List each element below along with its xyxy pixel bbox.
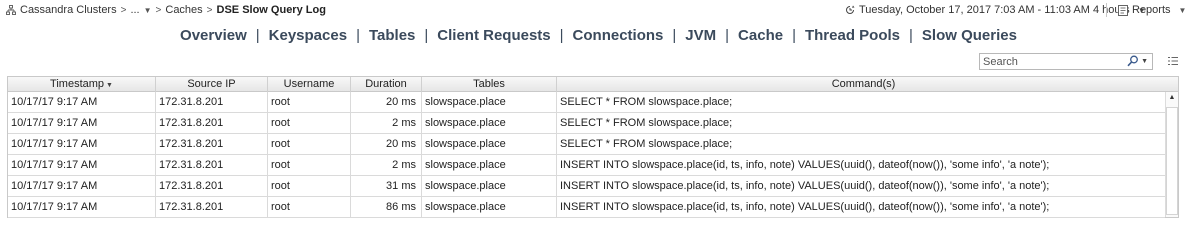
top-bar: Cassandra Clusters > ... ▼ > Caches > DS… — [0, 0, 1189, 22]
cell-source-ip: 172.31.8.201 — [156, 197, 268, 217]
nav-separator: | — [356, 27, 360, 44]
slow-query-table: Timestamp ▼ Source IP Username Duration T… — [7, 76, 1179, 218]
sort-desc-icon: ▼ — [106, 82, 113, 89]
column-header-label: Timestamp — [50, 78, 105, 90]
hierarchy-icon — [6, 5, 16, 15]
scroll-up-arrow-icon[interactable]: ▲ — [1166, 92, 1178, 104]
nav-separator: | — [672, 27, 677, 44]
table-row[interactable]: 10/17/17 9:17 AM 172.31.8.201 root 20 ms… — [8, 134, 1165, 155]
search-button[interactable]: ▼ — [1127, 55, 1148, 67]
column-header-commands[interactable]: Command(s) — [557, 77, 1170, 92]
table-row[interactable]: 10/17/17 9:17 AM 172.31.8.201 root 86 ms… — [8, 197, 1165, 218]
divider — [1106, 3, 1107, 17]
section-nav: Overview | Keyspaces | Tables | Client R… — [0, 27, 1189, 44]
nav-jvm[interactable]: JVM — [685, 27, 716, 44]
cell-timestamp: 10/17/17 9:17 AM — [8, 113, 156, 133]
cell-duration: 20 ms — [351, 134, 422, 154]
cell-command: INSERT INTO slowspace.place(id, ts, info… — [560, 180, 1050, 192]
cell-duration: 86 ms — [351, 197, 422, 217]
search-input[interactable] — [980, 54, 1120, 69]
chevron-right-icon: > — [155, 4, 162, 16]
nav-separator: | — [424, 27, 429, 44]
cell-tables: slowspace.place — [422, 155, 557, 175]
nav-cache[interactable]: Cache — [738, 27, 783, 44]
column-header-tables[interactable]: Tables — [422, 77, 557, 92]
page-title: DSE Slow Query Log — [216, 4, 326, 16]
scrollbar-thumb[interactable] — [1166, 107, 1178, 215]
reports-label: Reports — [1132, 4, 1171, 16]
cell-duration: 20 ms — [351, 92, 422, 112]
cell-command: SELECT * FROM slowspace.place; — [560, 96, 733, 108]
table-row[interactable]: 10/17/17 9:17 AM 172.31.8.201 root 20 ms… — [8, 92, 1165, 113]
chevron-down-icon[interactable]: ▼ — [144, 6, 152, 15]
cell-source-ip: 172.31.8.201 — [156, 155, 268, 175]
nav-separator: | — [559, 27, 564, 44]
chevron-down-icon: ▼ — [1141, 57, 1148, 65]
column-header-username[interactable]: Username — [268, 77, 351, 92]
column-header-duration[interactable]: Duration — [351, 77, 422, 92]
grid-menu-icon[interactable] — [1168, 56, 1178, 66]
table-header: Timestamp ▼ Source IP Username Duration T… — [8, 77, 1178, 92]
cell-source-ip: 172.31.8.201 — [156, 134, 268, 154]
nav-separator: | — [792, 27, 796, 44]
time-range-selector[interactable]: Tuesday, October 17, 2017 7:03 AM - 11:0… — [845, 4, 1146, 16]
cell-tables: slowspace.place — [422, 92, 557, 112]
vertical-scrollbar[interactable]: ▲ — [1165, 92, 1178, 217]
cell-duration: 31 ms — [351, 176, 422, 196]
nav-thread-pools[interactable]: Thread Pools — [805, 27, 900, 44]
time-range-icon — [846, 5, 855, 14]
cell-duration: 2 ms — [351, 113, 422, 133]
chevron-right-icon: > — [206, 4, 213, 16]
cell-timestamp: 10/17/17 9:17 AM — [8, 134, 156, 154]
table-row[interactable]: 10/17/17 9:17 AM 172.31.8.201 root 31 ms… — [8, 176, 1165, 197]
cell-timestamp: 10/17/17 9:17 AM — [8, 197, 156, 217]
nav-separator: | — [909, 27, 913, 44]
cell-timestamp: 10/17/17 9:17 AM — [8, 155, 156, 175]
cell-command: INSERT INTO slowspace.place(id, ts, info… — [560, 201, 1050, 213]
cell-timestamp: 10/17/17 9:17 AM — [8, 176, 156, 196]
nav-slow-queries[interactable]: Slow Queries — [922, 27, 1017, 44]
cell-username: root — [268, 155, 351, 175]
cell-username: root — [268, 92, 351, 112]
cell-username: root — [268, 197, 351, 217]
cell-source-ip: 172.31.8.201 — [156, 92, 268, 112]
cell-tables: slowspace.place — [422, 176, 557, 196]
breadcrumb-ellipsis[interactable]: ... — [130, 4, 139, 16]
cell-source-ip: 172.31.8.201 — [156, 176, 268, 196]
cell-command: INSERT INTO slowspace.place(id, ts, info… — [560, 159, 1050, 171]
cell-command: SELECT * FROM slowspace.place; — [560, 117, 733, 129]
table-body: 10/17/17 9:17 AM 172.31.8.201 root 20 ms… — [8, 92, 1165, 218]
time-range-label: Tuesday, October 17, 2017 7:03 AM - 11:0… — [859, 4, 1130, 16]
breadcrumb-caches[interactable]: Caches — [165, 4, 202, 16]
nav-tables[interactable]: Tables — [369, 27, 415, 44]
breadcrumb: Cassandra Clusters > ... ▼ > Caches > DS… — [6, 4, 326, 16]
cell-username: root — [268, 176, 351, 196]
cell-timestamp: 10/17/17 9:17 AM — [8, 92, 156, 112]
cell-username: root — [268, 134, 351, 154]
cell-source-ip: 172.31.8.201 — [156, 113, 268, 133]
nav-separator: | — [725, 27, 730, 44]
table-row[interactable]: 10/17/17 9:17 AM 172.31.8.201 root 2 ms … — [8, 155, 1165, 176]
cell-tables: slowspace.place — [422, 134, 557, 154]
chevron-right-icon: > — [120, 4, 127, 16]
cell-tables: slowspace.place — [422, 113, 557, 133]
nav-overview[interactable]: Overview — [180, 27, 247, 44]
cell-command: SELECT * FROM slowspace.place; — [560, 138, 733, 150]
search-icon — [1127, 55, 1139, 67]
nav-client-requests[interactable]: Client Requests — [437, 27, 550, 44]
column-header-source-ip[interactable]: Source IP — [156, 77, 268, 92]
table-row[interactable]: 10/17/17 9:17 AM 172.31.8.201 root 2 ms … — [8, 113, 1165, 134]
column-header-timestamp[interactable]: Timestamp ▼ — [8, 77, 156, 92]
nav-separator: | — [255, 27, 260, 44]
cell-duration: 2 ms — [351, 155, 422, 175]
reports-button[interactable]: Reports ▼ — [1118, 4, 1186, 16]
chevron-down-icon: ▼ — [1178, 5, 1187, 15]
search-box: ▼ — [979, 53, 1153, 70]
reports-icon — [1118, 4, 1128, 16]
cell-username: root — [268, 113, 351, 133]
nav-connections[interactable]: Connections — [573, 27, 664, 44]
breadcrumb-cassandra-clusters[interactable]: Cassandra Clusters — [20, 4, 117, 16]
cell-tables: slowspace.place — [422, 197, 557, 217]
nav-keyspaces[interactable]: Keyspaces — [269, 27, 347, 44]
